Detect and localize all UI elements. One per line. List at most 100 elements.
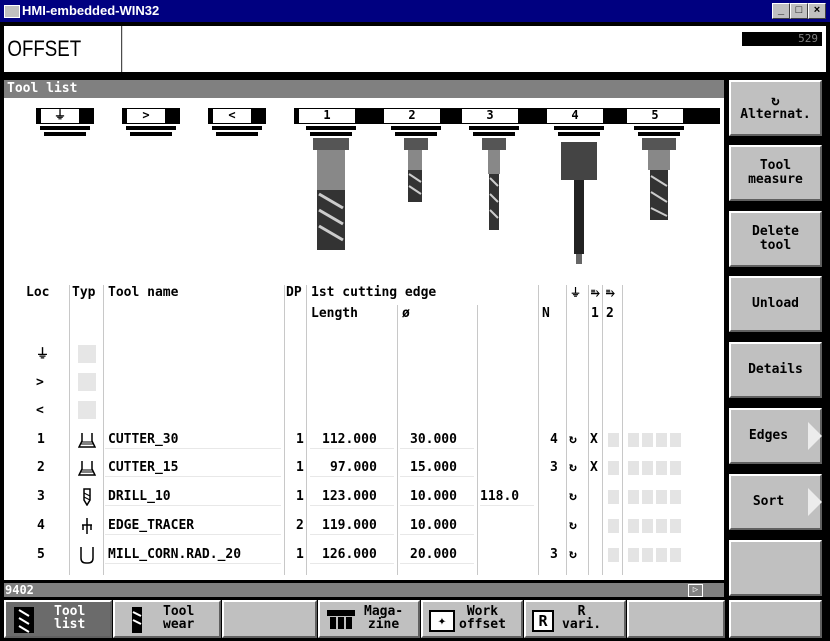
softkey-details[interactable]: Details (729, 342, 822, 398)
status-cell (608, 490, 619, 504)
tool-5-drawing (642, 138, 676, 220)
col-divider (284, 285, 285, 575)
minimize-button[interactable]: _ (772, 3, 790, 19)
arrow-right-icon[interactable]: ▷ (688, 584, 703, 597)
buffer-slot-unload[interactable]: < (212, 108, 252, 124)
softkey-alternate[interactable]: ↻ Alternat. (729, 80, 822, 136)
softkey-unload[interactable]: Unload (729, 276, 822, 332)
softkey-empty[interactable] (729, 600, 822, 638)
magazine-icon (327, 610, 355, 629)
window-title: HMI-embedded-WIN32 (22, 3, 160, 18)
status-cell (656, 548, 667, 562)
softkey-label: Work offset (459, 604, 506, 632)
status-cell (656, 461, 667, 475)
status-cell (670, 519, 681, 533)
col-divider (477, 305, 478, 575)
status-cell (670, 548, 681, 562)
row-loc: 1 (37, 432, 45, 447)
status-cell (670, 433, 681, 447)
softkey-tool-wear[interactable]: Tool wear (113, 600, 221, 638)
row-loc: 2 (37, 460, 45, 475)
chevron-right-icon (808, 422, 822, 450)
softkey-label: Alternat. (740, 107, 811, 122)
softkey-edges[interactable]: Edges (729, 408, 822, 464)
softkey-label: Maga- zine (364, 604, 404, 632)
app-icon (4, 5, 20, 18)
row-length: 112.000 (322, 432, 377, 447)
status-cell (670, 461, 681, 475)
magazine-slot-1[interactable]: 1 (298, 108, 356, 124)
status-cell (656, 433, 667, 447)
buffer-row-loc: > (36, 375, 44, 390)
buffer-row-type-box[interactable] (78, 401, 96, 419)
row-diameter: 30.000 (410, 432, 457, 447)
row-dp: 1 (296, 489, 304, 504)
softkey-tool-measure[interactable]: Tool measure (729, 145, 822, 201)
close-button[interactable]: × (808, 3, 826, 19)
panel-title: Tool list (4, 80, 724, 98)
col-header-col-2: 2 (606, 306, 614, 321)
softkey-magazine[interactable]: Maga- zine (318, 600, 420, 638)
buffer-slot-spindle[interactable]: ⏚ (40, 108, 80, 124)
softkey-empty[interactable] (222, 600, 317, 638)
col-header-tool-name: Tool name (108, 285, 179, 300)
row-tool-name: EDGE_TRACER (108, 518, 195, 533)
row-tool-name: DRILL_10 (108, 489, 171, 504)
row-direction: ↻ (569, 547, 577, 562)
row-n: 3 (550, 460, 558, 475)
softkey-delete-tool[interactable]: Delete tool (729, 211, 822, 267)
magazine-slot-2[interactable]: 2 (383, 108, 441, 124)
col-header-spindle: ⏚ (570, 286, 581, 299)
header-bar: OFFSET 529 (4, 26, 826, 72)
status-cell (642, 519, 653, 533)
softkey-label: Unload (752, 296, 799, 311)
magazine-slot-3[interactable]: 3 (461, 108, 519, 124)
buffer-slot-load[interactable]: > (126, 108, 166, 124)
buffer-row-type-box[interactable] (78, 373, 96, 391)
tool-list-icon (14, 607, 34, 633)
milling-cutter-type-icon (78, 461, 96, 476)
softkey-label: Edges (748, 428, 789, 443)
maximize-button[interactable]: □ (790, 3, 808, 19)
softkey-r-variables[interactable]: R R vari. (524, 600, 626, 638)
status-cell (608, 548, 619, 562)
softkey-sort[interactable]: Sort (729, 474, 822, 530)
buffer-row-loc: ⏚ (36, 347, 50, 362)
row-diameter: 10.000 (410, 518, 457, 533)
softkey-empty[interactable] (627, 600, 725, 638)
softkey-label: Sort (752, 494, 785, 509)
buffer-row-type-box[interactable] (78, 345, 96, 363)
col-divider (622, 285, 623, 575)
row-length: 126.000 (322, 547, 377, 562)
softkey-label: Tool wear (163, 604, 195, 632)
row-point-angle: 118.0 (480, 489, 520, 504)
col-divider (69, 285, 70, 575)
softkey-work-offset[interactable]: ✦ Work offset (421, 600, 523, 638)
milling-cutter-type-icon (78, 433, 96, 448)
col-divider (103, 285, 104, 575)
col-divider (588, 285, 589, 575)
col-header-dir-2: ⥱ (606, 286, 615, 299)
row-n: 4 (550, 432, 558, 447)
edge-tracer-type-icon (82, 518, 92, 534)
row-direction: ↻ (569, 460, 577, 475)
row-tool-name: CUTTER_15 (108, 460, 179, 475)
magazine-graphic (4, 108, 724, 264)
magazine-slot-5[interactable]: 5 (626, 108, 684, 124)
status-cell (656, 490, 667, 504)
row-dp: 1 (296, 432, 304, 447)
col-header-dp: DP (286, 285, 302, 300)
row-loc: 4 (37, 518, 45, 533)
tool-3-drawing (482, 138, 506, 230)
row-dp: 1 (296, 460, 304, 475)
row-direction: ↻ (569, 489, 577, 504)
col-divider (566, 285, 567, 575)
magazine-slot-4[interactable]: 4 (546, 108, 604, 124)
chevron-right-icon (808, 488, 822, 516)
col-divider (602, 285, 603, 575)
tool-wear-icon (132, 607, 142, 633)
softkey-empty[interactable] (729, 540, 822, 596)
row-length: 123.000 (322, 489, 377, 504)
status-cell (642, 548, 653, 562)
softkey-tool-list[interactable]: Tool list (4, 600, 112, 638)
